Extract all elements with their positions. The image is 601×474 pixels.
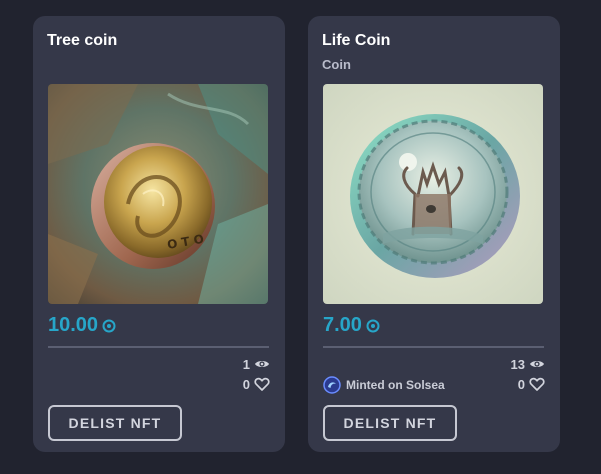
silver-coin-artwork — [323, 84, 543, 304]
divider — [48, 346, 269, 348]
solana-icon — [366, 319, 380, 332]
heart-icon[interactable] — [254, 376, 270, 392]
solana-icon — [102, 319, 116, 332]
likes-value: 0 — [517, 376, 525, 392]
nft-collection[interactable]: Coin — [322, 57, 351, 72]
golden-coin-artwork: O T O — [48, 84, 268, 304]
heart-icon[interactable] — [529, 376, 545, 392]
divider — [323, 346, 544, 348]
delist-nft-button[interactable]: DELIST NFT — [323, 405, 457, 441]
views-value: 13 — [510, 356, 525, 372]
minted-label: Minted on Solsea — [346, 378, 445, 392]
minted-on-badge[interactable]: Minted on Solsea — [323, 376, 445, 394]
price: 10.00 — [48, 314, 116, 337]
solsea-logo-icon — [323, 376, 341, 394]
nft-image[interactable] — [323, 84, 543, 304]
nft-card[interactable]: Tree coin O T O 10.00 1 0 DELIST NFT — [33, 16, 285, 452]
eye-icon — [255, 361, 269, 367]
nft-title[interactable]: Tree coin — [47, 32, 117, 50]
likes-value: 0 — [242, 376, 250, 392]
nft-card[interactable]: Life Coin Coin 7.00 13 Minted on Solsea … — [308, 16, 560, 452]
views-value: 1 — [242, 356, 250, 372]
price: 7.00 — [323, 314, 380, 337]
likes-count[interactable]: 0 — [243, 376, 270, 392]
nft-title[interactable]: Life Coin — [322, 32, 390, 50]
views-count: 1 — [243, 356, 270, 372]
likes-count[interactable]: 0 — [518, 376, 545, 392]
views-count: 13 — [511, 356, 545, 372]
nft-image[interactable]: O T O — [48, 84, 268, 304]
eye-icon — [530, 361, 544, 367]
price-value: 10.00 — [48, 314, 99, 336]
price-value: 7.00 — [323, 314, 362, 336]
delist-nft-button[interactable]: DELIST NFT — [48, 405, 182, 441]
